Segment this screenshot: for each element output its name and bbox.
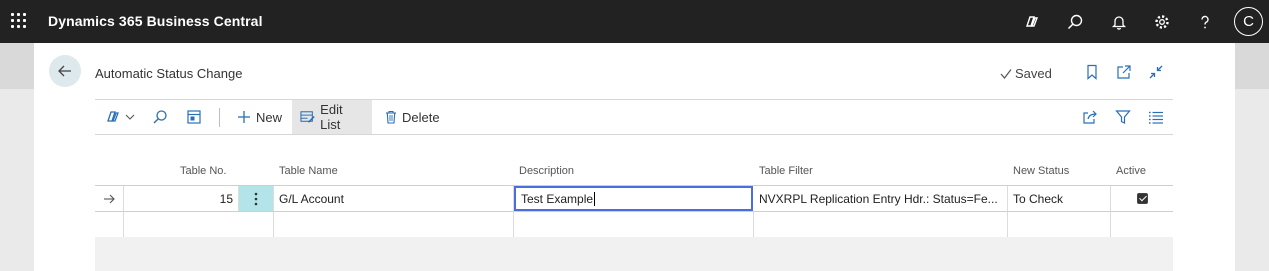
cell-new-status[interactable] bbox=[1008, 212, 1111, 237]
column-header-description[interactable]: Description bbox=[519, 165, 574, 177]
filter-button[interactable] bbox=[1115, 100, 1135, 134]
cell-table-no[interactable] bbox=[124, 212, 274, 237]
edit-list-button[interactable]: Edit List bbox=[292, 100, 372, 134]
column-header-table-no[interactable]: Table No. bbox=[180, 165, 226, 177]
search-button[interactable] bbox=[152, 100, 172, 134]
row-indicator[interactable] bbox=[95, 212, 124, 237]
list-grid: 15 G/L Account Test Example NVXRPL Repli… bbox=[95, 185, 1173, 238]
help-icon[interactable] bbox=[1194, 11, 1216, 33]
app-title[interactable]: Dynamics 365 Business Central bbox=[48, 13, 263, 29]
description-value: Test Example bbox=[521, 191, 594, 206]
column-header-table-name[interactable]: Table Name bbox=[279, 165, 338, 177]
chevron-down-icon bbox=[125, 114, 135, 120]
search-icon bbox=[153, 110, 167, 124]
user-avatar[interactable]: C bbox=[1234, 7, 1263, 36]
list-view-icon bbox=[1148, 111, 1163, 124]
cell-new-status[interactable]: To Check bbox=[1008, 186, 1111, 211]
checkmark-icon bbox=[1000, 68, 1012, 79]
page-title: Automatic Status Change bbox=[95, 66, 243, 81]
list-empty-area bbox=[95, 237, 1173, 271]
cell-description[interactable] bbox=[514, 212, 754, 237]
column-header-new-status[interactable]: New Status bbox=[1013, 165, 1069, 177]
list-view-button[interactable] bbox=[1148, 100, 1168, 134]
bell-icon[interactable] bbox=[1108, 11, 1130, 33]
row-actions-button[interactable] bbox=[239, 186, 274, 211]
saved-status: Saved bbox=[1000, 66, 1052, 81]
active-checkbox[interactable] bbox=[1136, 193, 1148, 204]
saved-label: Saved bbox=[1015, 66, 1052, 81]
delete-button[interactable]: Delete bbox=[380, 100, 445, 134]
text-caret bbox=[594, 191, 596, 206]
column-header-table-filter[interactable]: Table Filter bbox=[759, 165, 813, 177]
current-row-arrow-icon bbox=[104, 194, 115, 203]
share-button[interactable] bbox=[1082, 100, 1102, 134]
gear-icon[interactable] bbox=[1151, 11, 1173, 33]
open-new-window-icon[interactable] bbox=[1114, 62, 1134, 82]
search-icon[interactable] bbox=[1064, 11, 1086, 33]
more-options-icon bbox=[254, 192, 258, 205]
cell-table-filter[interactable] bbox=[754, 212, 1008, 237]
table-row[interactable]: 15 G/L Account Test Example NVXRPL Repli… bbox=[95, 186, 1173, 212]
row-indicator[interactable] bbox=[95, 186, 124, 211]
cell-table-name[interactable] bbox=[274, 212, 514, 237]
description-input[interactable]: Test Example bbox=[514, 186, 753, 211]
new-button[interactable]: New bbox=[231, 100, 288, 134]
action-bar: New Edit List Delete bbox=[95, 99, 1173, 135]
toolbar-separator bbox=[219, 108, 220, 127]
copilot-icon bbox=[107, 111, 119, 122]
waffle-icon[interactable] bbox=[11, 13, 27, 29]
copilot-menu-button[interactable] bbox=[105, 100, 139, 134]
collapse-icon[interactable] bbox=[1146, 62, 1166, 82]
table-row-new[interactable] bbox=[95, 212, 1173, 238]
filter-icon bbox=[1115, 110, 1131, 124]
column-header-active[interactable]: Active bbox=[1116, 165, 1146, 177]
back-button[interactable] bbox=[49, 55, 81, 87]
cell-active[interactable] bbox=[1111, 186, 1173, 211]
app-bar: Dynamics 365 Business Central C bbox=[0, 0, 1269, 43]
plus-icon bbox=[238, 111, 250, 123]
back-arrow-icon bbox=[58, 65, 71, 77]
new-label: New bbox=[256, 109, 283, 125]
copilot-icon[interactable] bbox=[1021, 11, 1043, 33]
share-icon bbox=[1083, 110, 1097, 124]
cell-table-no[interactable]: 15 bbox=[124, 186, 239, 211]
cell-table-filter[interactable]: NVXRPL Replication Entry Hdr.: Status=Fe… bbox=[754, 186, 1008, 211]
filter-pane-button[interactable] bbox=[186, 100, 206, 134]
cell-table-name[interactable]: G/L Account bbox=[274, 186, 514, 211]
edit-list-label: Edit List bbox=[320, 102, 343, 132]
trash-icon bbox=[386, 110, 396, 124]
filter-pane-icon bbox=[187, 110, 201, 124]
bookmark-icon[interactable] bbox=[1082, 62, 1102, 82]
edit-list-icon bbox=[300, 111, 315, 123]
delete-label: Delete bbox=[402, 109, 440, 125]
cell-active[interactable] bbox=[1111, 212, 1173, 237]
